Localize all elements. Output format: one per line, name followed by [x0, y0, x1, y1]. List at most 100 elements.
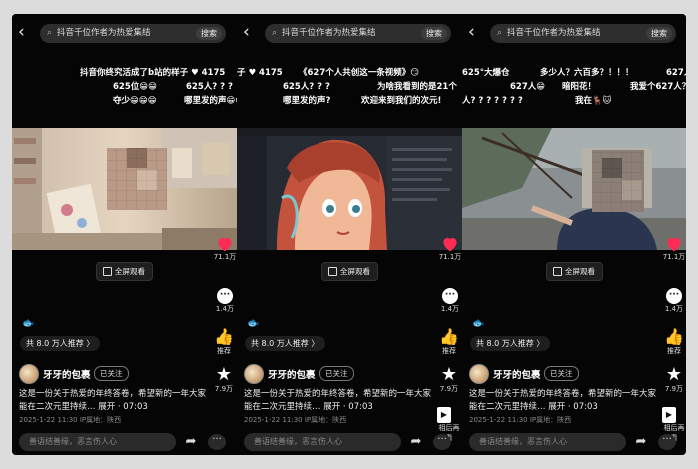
danmu-text: 子 ♥ 4175 — [237, 68, 283, 78]
favorite-count: 7.9万 — [214, 385, 234, 393]
recommend-pill[interactable]: 共 8.0 万人推荐 〉 — [245, 336, 326, 351]
back-arrow-icon[interactable]: ‹ — [18, 24, 32, 41]
avatar[interactable] — [244, 364, 264, 384]
recommend-pill[interactable]: 共 8.0 万人推荐 〉 — [20, 336, 101, 351]
video-scene-drawing — [237, 128, 462, 250]
comment-input[interactable]: 善语结善缘，恶言伤人心 — [244, 433, 401, 451]
fullscreen-button[interactable]: 全屏观看 — [96, 262, 153, 281]
more-icon[interactable]: ··· — [658, 434, 676, 450]
danmu-text: 625人? ? ? — [283, 82, 330, 92]
author-name[interactable]: 牙牙的包裹 — [43, 367, 91, 381]
video-description[interactable]: 这是一份关于热爱的年终答卷，希望新的一年大家能在二次元里持续… 展开 · 07:… — [19, 388, 207, 414]
search-button[interactable]: 搜索 — [196, 27, 222, 40]
back-arrow-icon[interactable]: ‹ — [468, 24, 482, 41]
search-bar[interactable]: ⌕ 抖音千位作者为热爱集结 搜索 — [40, 24, 226, 43]
search-bar[interactable]: ⌕ 抖音千位作者为热爱集结 搜索 — [490, 24, 676, 43]
search-icon: ⌕ — [497, 28, 503, 38]
fullscreen-label: 全屏观看 — [340, 267, 370, 276]
recommend-button[interactable]: 👍 推荐 — [662, 328, 686, 356]
video-panel-2: ‹ ⌕ 抖音千位作者为热爱集结 搜索 子 ♥ 4175 《627个人共创这一条视… — [237, 14, 462, 455]
recommend-count: 共 8.0 万人推荐 〉 — [476, 339, 545, 348]
search-query: 抖音千位作者为热爱集结 — [507, 28, 601, 38]
pixelated-face — [602, 158, 622, 178]
like-button[interactable]: 71.1万 — [213, 236, 237, 262]
video-description[interactable]: 这是一份关于热爱的年终答卷，希望新的一年大家能在二次元里持续… 展开 · 07:… — [244, 388, 432, 414]
danmu-text: 人? ? ? ? ? ? ? — [462, 96, 523, 106]
video-panel-1: ‹ ⌕ 抖音千位作者为热爱集结 搜索 抖音你终究活成了b站的样子 ♥ 4175 … — [12, 14, 237, 455]
heart-icon — [218, 237, 232, 252]
follow-badge[interactable]: 已关注 — [544, 366, 579, 381]
avatar[interactable] — [19, 364, 39, 384]
comment-button[interactable]: ··· 1.4万 — [662, 288, 686, 314]
danmu-text: 627人? — [666, 68, 686, 78]
fish-emoji: 🐟 — [22, 318, 35, 329]
fullscreen-icon — [328, 267, 337, 276]
danmu-text: 哪里发的声😁😁 — [184, 96, 237, 106]
star-icon: ★ — [215, 364, 233, 385]
author-name[interactable]: 牙牙的包裹 — [493, 367, 541, 381]
danmu-text: 为啥我看到的是21个 — [377, 82, 457, 92]
recommend-pill[interactable]: 共 8.0 万人推荐 〉 — [470, 336, 551, 351]
recommend-count: 共 8.0 万人推荐 〉 — [251, 339, 320, 348]
video-frame[interactable] — [237, 128, 462, 250]
fullscreen-icon — [103, 267, 112, 276]
author-name[interactable]: 牙牙的包裹 — [268, 367, 316, 381]
comment-count: 1.4万 — [664, 305, 684, 313]
search-icon: ⌕ — [272, 28, 278, 38]
search-query: 抖音千位作者为热爱集结 — [282, 28, 376, 38]
recommend-button[interactable]: 👍 推荐 — [437, 328, 461, 356]
comment-icon: ··· — [442, 288, 458, 304]
comment-input[interactable]: 善语结善缘，恶言伤人心 — [19, 433, 176, 451]
recommend-count: 共 8.0 万人推荐 〉 — [26, 339, 95, 348]
post-meta: 2025-1-22 11:30 IP属地：陕西 — [469, 416, 572, 424]
search-button[interactable]: 搜索 — [421, 27, 447, 40]
fullscreen-button[interactable]: 全屏观看 — [321, 262, 378, 281]
comment-button[interactable]: ··· 1.4万 — [438, 288, 462, 314]
fish-emoji: 🐟 — [247, 318, 260, 329]
comment-icon: ··· — [666, 288, 682, 304]
video-scene-outdoor — [462, 128, 686, 250]
like-count: 71.1万 — [438, 253, 462, 261]
danmu-text: 625位😁😁 — [113, 82, 157, 92]
star-icon: ★ — [665, 364, 683, 385]
video-frame[interactable] — [462, 128, 686, 250]
danmu-text: 我在🦌🐱 — [575, 96, 612, 106]
fish-emoji: 🐟 — [472, 318, 485, 329]
video-frame[interactable] — [12, 128, 237, 250]
fullscreen-button[interactable]: 全屏观看 — [546, 262, 603, 281]
star-icon: ★ — [440, 364, 458, 385]
favorite-button[interactable]: ★ 7.9万 — [212, 366, 236, 394]
pixelated-face — [127, 148, 147, 168]
share-icon[interactable]: ➦ — [407, 434, 425, 450]
pixelated-face — [137, 170, 157, 190]
back-arrow-icon[interactable]: ‹ — [243, 24, 257, 41]
danmu-text: 暗阳花！ — [562, 82, 597, 92]
like-button[interactable]: 71.1万 — [662, 236, 686, 262]
pixelated-face — [622, 180, 642, 200]
thumbs-up-icon: 👍 — [664, 327, 684, 346]
like-count: 71.1万 — [662, 253, 686, 261]
follow-badge[interactable]: 已关注 — [319, 366, 354, 381]
share-icon[interactable]: ➦ — [632, 434, 650, 450]
post-meta: 2025-1-22 11:30 IP属地：陕西 — [244, 416, 347, 424]
danmu-text: 哪里发的声? — [283, 96, 331, 106]
more-icon[interactable]: ··· — [433, 434, 451, 450]
share-icon[interactable]: ➦ — [182, 434, 200, 450]
danmu-text: 多少人？六百多？！！！ — [540, 68, 634, 78]
fullscreen-icon — [553, 267, 562, 276]
more-icon[interactable]: ··· — [208, 434, 226, 450]
comment-button[interactable]: ··· 1.4万 — [213, 288, 237, 314]
search-bar[interactable]: ⌕ 抖音千位作者为热爱集结 搜索 — [265, 24, 451, 43]
search-button[interactable]: 搜索 — [646, 27, 672, 40]
favorite-button[interactable]: ★ 7.9万 — [437, 366, 461, 394]
favorite-button[interactable]: ★ 7.9万 — [662, 366, 686, 394]
follow-badge[interactable]: 已关注 — [94, 366, 129, 381]
avatar[interactable] — [469, 364, 489, 384]
recommend-button[interactable]: 👍 推荐 — [212, 328, 236, 356]
search-query: 抖音千位作者为热爱集结 — [57, 28, 151, 38]
thumbs-up-icon: 👍 — [439, 327, 459, 346]
video-description[interactable]: 这是一份关于热爱的年终答卷，希望新的一年大家能在二次元里持续… 展开 · 07:… — [469, 388, 657, 414]
thumbs-up-icon: 👍 — [214, 327, 234, 346]
like-button[interactable]: 71.1万 — [438, 236, 462, 262]
comment-input[interactable]: 善语结善缘，恶言伤人心 — [469, 433, 626, 451]
